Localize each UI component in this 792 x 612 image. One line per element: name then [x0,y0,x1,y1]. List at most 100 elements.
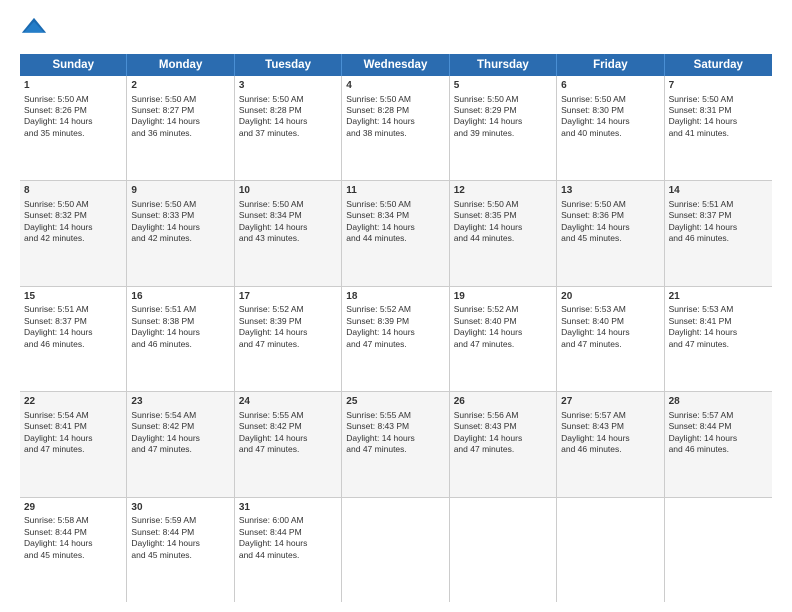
calendar-cell-day-16: 16Sunrise: 5:51 AMSunset: 8:38 PMDayligh… [127,287,234,391]
calendar-cell-day-13: 13Sunrise: 5:50 AMSunset: 8:36 PMDayligh… [557,181,664,285]
calendar-cell-day-10: 10Sunrise: 5:50 AMSunset: 8:34 PMDayligh… [235,181,342,285]
day-info-line: Sunrise: 5:56 AM [454,410,552,421]
day-info-line: and 46 minutes. [561,444,659,455]
day-info-line: and 43 minutes. [239,233,337,244]
day-number: 29 [24,501,122,515]
day-number: 25 [346,395,444,409]
day-info-line: Sunrise: 5:50 AM [561,94,659,105]
day-info-line: Sunset: 8:41 PM [24,421,122,432]
calendar-cell-day-3: 3Sunrise: 5:50 AMSunset: 8:28 PMDaylight… [235,76,342,180]
day-info-line: Sunset: 8:42 PM [239,421,337,432]
day-info-line: and 47 minutes. [346,444,444,455]
calendar-header-cell: Wednesday [342,54,449,76]
day-info-line: Sunrise: 5:50 AM [239,94,337,105]
calendar-cell-day-5: 5Sunrise: 5:50 AMSunset: 8:29 PMDaylight… [450,76,557,180]
day-info-line: Sunset: 8:29 PM [454,105,552,116]
day-info-line: Sunset: 8:44 PM [669,421,768,432]
day-info-line: and 42 minutes. [24,233,122,244]
day-info-line: Sunset: 8:36 PM [561,210,659,221]
day-info-line: Sunrise: 5:51 AM [24,304,122,315]
day-info-line: Sunset: 8:44 PM [24,527,122,538]
calendar-header-cell: Friday [557,54,664,76]
day-info-line: Sunset: 8:42 PM [131,421,229,432]
day-info-line: Sunset: 8:44 PM [131,527,229,538]
day-info-line: Sunrise: 5:55 AM [239,410,337,421]
day-number: 2 [131,79,229,93]
day-number: 7 [669,79,768,93]
day-info-line: Sunset: 8:32 PM [24,210,122,221]
calendar-cell-day-6: 6Sunrise: 5:50 AMSunset: 8:30 PMDaylight… [557,76,664,180]
day-info-line: Daylight: 14 hours [346,222,444,233]
day-info-line: Daylight: 14 hours [239,433,337,444]
day-info-line: Daylight: 14 hours [131,433,229,444]
day-info-line: Sunset: 8:40 PM [454,316,552,327]
header [20,16,772,44]
day-info-line: Daylight: 14 hours [346,327,444,338]
day-info-line: Daylight: 14 hours [669,327,768,338]
day-info-line: Sunset: 8:43 PM [454,421,552,432]
day-info-line: and 47 minutes. [454,444,552,455]
day-number: 17 [239,290,337,304]
day-info-line: Sunset: 8:43 PM [561,421,659,432]
day-info-line: and 46 minutes. [131,339,229,350]
day-info-line: and 47 minutes. [669,339,768,350]
calendar-body: 1Sunrise: 5:50 AMSunset: 8:26 PMDaylight… [20,76,772,602]
day-info-line: and 45 minutes. [24,550,122,561]
day-info-line: Sunset: 8:34 PM [346,210,444,221]
day-info-line: Daylight: 14 hours [454,433,552,444]
calendar-cell-day-11: 11Sunrise: 5:50 AMSunset: 8:34 PMDayligh… [342,181,449,285]
day-info-line: and 44 minutes. [454,233,552,244]
day-number: 16 [131,290,229,304]
day-number: 11 [346,184,444,198]
calendar-week: 29Sunrise: 5:58 AMSunset: 8:44 PMDayligh… [20,498,772,602]
calendar-cell-empty [450,498,557,602]
calendar-cell-day-8: 8Sunrise: 5:50 AMSunset: 8:32 PMDaylight… [20,181,127,285]
day-info-line: Sunset: 8:40 PM [561,316,659,327]
day-info-line: Sunrise: 5:57 AM [561,410,659,421]
day-number: 9 [131,184,229,198]
calendar-header-cell: Sunday [20,54,127,76]
day-info-line: Daylight: 14 hours [131,327,229,338]
day-info-line: Sunrise: 5:52 AM [346,304,444,315]
day-info-line: Sunrise: 5:50 AM [346,199,444,210]
day-number: 6 [561,79,659,93]
day-info-line: Sunrise: 5:50 AM [239,199,337,210]
day-info-line: Sunset: 8:26 PM [24,105,122,116]
day-number: 13 [561,184,659,198]
calendar-cell-day-9: 9Sunrise: 5:50 AMSunset: 8:33 PMDaylight… [127,181,234,285]
day-number: 24 [239,395,337,409]
calendar-cell-day-15: 15Sunrise: 5:51 AMSunset: 8:37 PMDayligh… [20,287,127,391]
day-info-line: and 47 minutes. [24,444,122,455]
calendar-cell-day-7: 7Sunrise: 5:50 AMSunset: 8:31 PMDaylight… [665,76,772,180]
day-info-line: and 38 minutes. [346,128,444,139]
calendar-week: 1Sunrise: 5:50 AMSunset: 8:26 PMDaylight… [20,76,772,181]
day-info-line: Sunset: 8:44 PM [239,527,337,538]
logo [20,16,52,44]
calendar-header-row: SundayMondayTuesdayWednesdayThursdayFrid… [20,54,772,76]
day-info-line: Sunset: 8:28 PM [239,105,337,116]
day-info-line: Sunrise: 5:50 AM [24,199,122,210]
calendar-cell-day-20: 20Sunrise: 5:53 AMSunset: 8:40 PMDayligh… [557,287,664,391]
day-info-line: Sunset: 8:38 PM [131,316,229,327]
day-info-line: Sunrise: 5:58 AM [24,515,122,526]
day-number: 19 [454,290,552,304]
day-info-line: Sunset: 8:27 PM [131,105,229,116]
day-info-line: Daylight: 14 hours [24,222,122,233]
day-info-line: and 42 minutes. [131,233,229,244]
day-info-line: Sunrise: 5:50 AM [346,94,444,105]
day-info-line: Daylight: 14 hours [346,116,444,127]
calendar-week: 22Sunrise: 5:54 AMSunset: 8:41 PMDayligh… [20,392,772,497]
day-info-line: Sunset: 8:39 PM [239,316,337,327]
day-info-line: Daylight: 14 hours [239,327,337,338]
calendar-cell-day-18: 18Sunrise: 5:52 AMSunset: 8:39 PMDayligh… [342,287,449,391]
calendar-cell-day-12: 12Sunrise: 5:50 AMSunset: 8:35 PMDayligh… [450,181,557,285]
day-info-line: Daylight: 14 hours [24,327,122,338]
day-info-line: and 39 minutes. [454,128,552,139]
day-info-line: and 46 minutes. [669,444,768,455]
calendar-cell-day-31: 31Sunrise: 6:00 AMSunset: 8:44 PMDayligh… [235,498,342,602]
calendar-cell-day-30: 30Sunrise: 5:59 AMSunset: 8:44 PMDayligh… [127,498,234,602]
day-number: 28 [669,395,768,409]
day-info-line: Daylight: 14 hours [669,116,768,127]
day-number: 15 [24,290,122,304]
calendar-week: 8Sunrise: 5:50 AMSunset: 8:32 PMDaylight… [20,181,772,286]
